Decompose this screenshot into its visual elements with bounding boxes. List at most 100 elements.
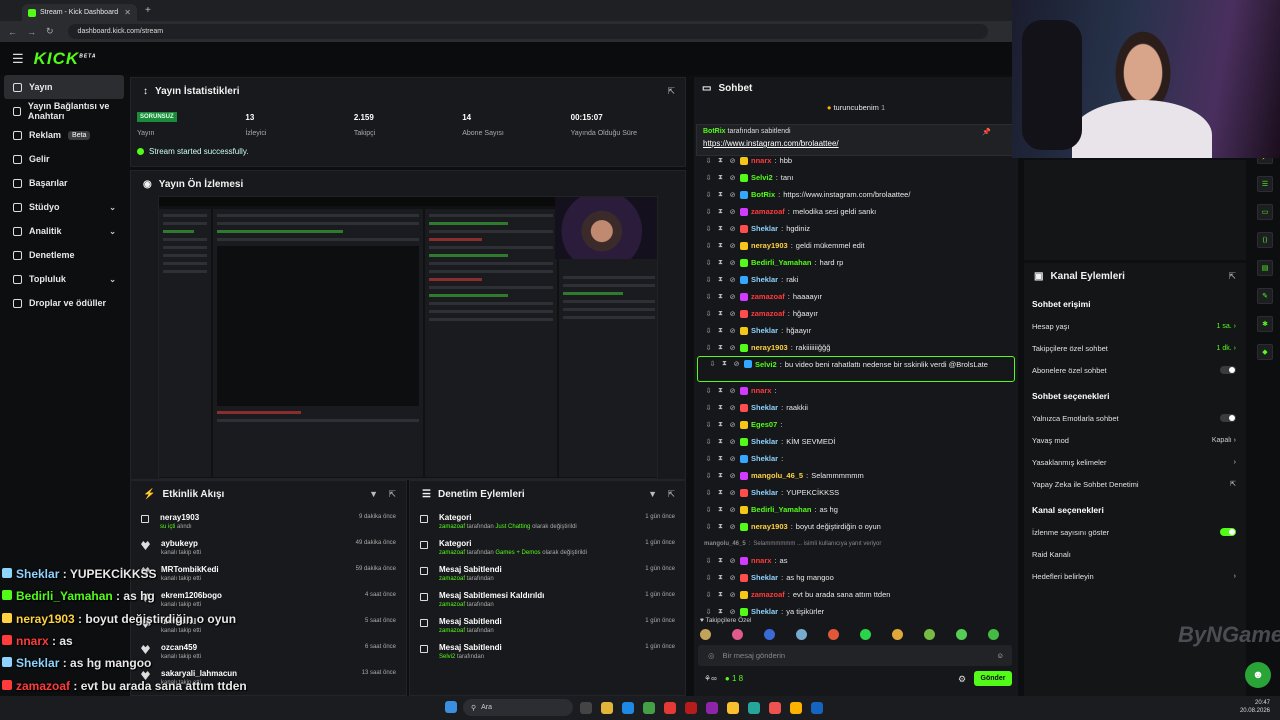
timeout-icon[interactable]: ⧗ bbox=[716, 421, 725, 429]
ban-icon[interactable]: ⊘ bbox=[728, 208, 737, 216]
chat-message[interactable]: ⇩ ⧗ ⊘ Sheklar: bbox=[694, 450, 1018, 467]
timeout-icon[interactable]: ⧗ bbox=[716, 259, 725, 267]
rail-list-icon[interactable]: ☰ bbox=[1257, 176, 1273, 192]
rail-chat-icon[interactable]: ▭ bbox=[1257, 204, 1273, 220]
chat-username[interactable]: zamazoaf bbox=[751, 292, 785, 301]
timeout-icon[interactable]: ⧗ bbox=[716, 208, 725, 216]
emote-icon[interactable] bbox=[796, 629, 807, 640]
activity-item[interactable]: MRTombikKedi kanalı takip etti 59 dakika ö… bbox=[131, 561, 406, 587]
pin-icon[interactable]: ⇩ bbox=[704, 293, 713, 301]
filter-icon[interactable]: ▼ bbox=[648, 489, 657, 499]
popout-icon[interactable]: ⇱ bbox=[388, 489, 396, 500]
timeout-icon[interactable]: ⧗ bbox=[716, 438, 725, 446]
channel-option[interactable]: Yalnızca Emotlarla sohbet bbox=[1024, 407, 1246, 429]
ban-icon[interactable]: ⊘ bbox=[728, 574, 737, 582]
activity-item[interactable]: ozcan459 kanalı takip etti 6 saat önce bbox=[131, 639, 406, 665]
ban-icon[interactable]: ⊘ bbox=[728, 225, 737, 233]
pin-icon[interactable]: ⇩ bbox=[704, 344, 713, 352]
chat-username[interactable]: Selvi2 bbox=[755, 360, 777, 369]
rail-server-icon[interactable]: ▤ bbox=[1257, 260, 1273, 276]
rail-diamond-icon[interactable]: ◆ bbox=[1257, 344, 1273, 360]
pin-icon[interactable]: ⇩ bbox=[708, 360, 717, 368]
pin-icon[interactable]: ⇩ bbox=[704, 242, 713, 250]
timeout-icon[interactable]: ⧗ bbox=[716, 327, 725, 335]
pin-icon[interactable]: ⇩ bbox=[704, 506, 713, 514]
taskbar-app-icon[interactable] bbox=[706, 702, 718, 714]
taskbar-app-icon[interactable] bbox=[748, 702, 760, 714]
taskbar-app-icon[interactable] bbox=[601, 702, 613, 714]
chat-message[interactable]: ⇩ ⧗ ⊘ Bedirli_Yamahan: as hg bbox=[694, 501, 1018, 518]
chat-username[interactable]: Sheklar bbox=[751, 403, 778, 412]
pin-icon[interactable]: ⇩ bbox=[704, 438, 713, 446]
taskbar-app-icon[interactable] bbox=[769, 702, 781, 714]
taskbar-app-icon[interactable] bbox=[790, 702, 802, 714]
timeout-icon[interactable]: ⧗ bbox=[716, 404, 725, 412]
activity-item[interactable]: aybukeyp kanalı takip etti 49 dakika önce bbox=[131, 535, 406, 561]
ban-icon[interactable]: ⊘ bbox=[728, 242, 737, 250]
pin-icon[interactable]: ⇩ bbox=[704, 523, 713, 531]
channel-option[interactable]: Hesap yaşı 1 sa. › bbox=[1024, 315, 1246, 337]
ban-icon[interactable]: ⊘ bbox=[728, 455, 737, 463]
popout-icon[interactable]: ⇱ bbox=[667, 86, 675, 97]
ban-icon[interactable]: ⊘ bbox=[728, 387, 737, 395]
kick-logo[interactable]: KICKBETA bbox=[34, 49, 97, 69]
chat-message[interactable]: ⇩ ⧗ ⊘ BotRix: https://www.instagram.com/brol… bbox=[694, 186, 1018, 203]
moderation-item[interactable]: Mesaj Sabitlendi zamazoaf tarafından 1 gün… bbox=[410, 561, 685, 587]
moderation-item[interactable]: Kategori zamazoaf tarafından Games + Demo… bbox=[410, 535, 685, 561]
pin-icon[interactable]: ⇩ bbox=[704, 208, 713, 216]
chat-username[interactable]: neray1903 bbox=[751, 241, 788, 250]
pin-icon[interactable]: ⇩ bbox=[704, 591, 713, 599]
chat-message[interactable]: ⇩ ⧗ ⊘ Sheklar: KİM SEVMEDİ bbox=[694, 433, 1018, 450]
chat-username[interactable]: Selvi2 bbox=[751, 173, 773, 182]
chat-message[interactable]: ⇩ ⧗ ⊘ mangolu_46_5: Selammmmmm bbox=[694, 467, 1018, 484]
timeout-icon[interactable]: ⧗ bbox=[720, 360, 729, 368]
sidebar-item[interactable]: Droplar ve ödüller bbox=[0, 291, 128, 315]
timeout-icon[interactable]: ⧗ bbox=[716, 387, 725, 395]
timeout-icon[interactable]: ⧗ bbox=[716, 242, 725, 250]
chat-username[interactable]: Sheklar bbox=[751, 275, 778, 284]
pin-icon[interactable]: ⇩ bbox=[704, 472, 713, 480]
forward-icon[interactable]: → bbox=[27, 27, 36, 37]
pin-icon[interactable]: ⇩ bbox=[704, 174, 713, 182]
chat-username[interactable]: zamazoaf bbox=[751, 309, 785, 318]
chat-username[interactable]: zamazoaf bbox=[751, 207, 785, 216]
ban-icon[interactable]: ⊘ bbox=[728, 276, 737, 284]
points-icon[interactable]: ⚘∞ bbox=[704, 674, 717, 683]
rail-wrench-icon[interactable]: ✎ bbox=[1257, 288, 1273, 304]
pin-icon[interactable]: ⇩ bbox=[704, 310, 713, 318]
taskbar-search[interactable]: ⚲ Ara bbox=[463, 699, 573, 716]
emote-icon[interactable] bbox=[764, 629, 775, 640]
timeout-icon[interactable]: ⧗ bbox=[716, 506, 725, 514]
emote-icon[interactable] bbox=[956, 629, 967, 640]
ban-icon[interactable]: ⊘ bbox=[728, 557, 737, 565]
rail-gear-icon[interactable]: ✱ bbox=[1257, 316, 1273, 332]
new-tab-icon[interactable]: + bbox=[145, 5, 151, 16]
chat-username[interactable]: neray1903 bbox=[751, 522, 788, 531]
toggle-switch[interactable] bbox=[1220, 414, 1236, 422]
chat-message[interactable]: ⇩ ⧗ ⊘ zamazoaf: hğaayır bbox=[694, 305, 1018, 322]
pinned-message[interactable]: BotRix tarafından sabitlendi 📌 https://w… bbox=[696, 124, 1016, 156]
timeout-icon[interactable]: ⧗ bbox=[716, 489, 725, 497]
channel-option[interactable]: Yapay Zeka ile Sohbet Denetimi ⇱ bbox=[1024, 473, 1246, 495]
start-icon[interactable] bbox=[445, 701, 457, 713]
emote-icon[interactable] bbox=[892, 629, 903, 640]
chat-message[interactable]: ⇩ ⧗ ⊘ Sheklar: YUPEKCİKKSS bbox=[694, 484, 1018, 501]
ban-icon[interactable]: ⊘ bbox=[728, 310, 737, 318]
chat-message[interactable]: ⇩ ⧗ ⊘ zamazoaf: melodika sesi geldi sankı bbox=[694, 203, 1018, 220]
channel-option[interactable]: Hedefleri belirleyin › bbox=[1024, 565, 1246, 587]
chat-username[interactable]: Eges07 bbox=[751, 420, 777, 429]
chat-username[interactable]: Sheklar bbox=[751, 488, 778, 497]
timeout-icon[interactable]: ⧗ bbox=[716, 191, 725, 199]
chat-username[interactable]: Sheklar bbox=[751, 224, 778, 233]
chat-message[interactable]: ⇩ ⧗ ⊘ nnarx: bbox=[694, 382, 1018, 399]
pin-icon[interactable]: ⇩ bbox=[704, 327, 713, 335]
moderation-item[interactable]: Mesaj Sabitlemesi Kaldırıldı zamazoaf tar… bbox=[410, 587, 685, 613]
emote-icon[interactable] bbox=[700, 629, 711, 640]
pinned-link[interactable]: https://www.instagram.com/brolaattee/ bbox=[703, 139, 1009, 148]
timeout-icon[interactable]: ⧗ bbox=[716, 310, 725, 318]
taskbar-app-icon[interactable] bbox=[580, 702, 592, 714]
timeout-icon[interactable]: ⧗ bbox=[716, 276, 725, 284]
timeout-icon[interactable]: ⧗ bbox=[716, 344, 725, 352]
chat-username[interactable]: nnarx bbox=[751, 556, 771, 565]
emoji-icon[interactable]: ☺ bbox=[996, 651, 1004, 660]
